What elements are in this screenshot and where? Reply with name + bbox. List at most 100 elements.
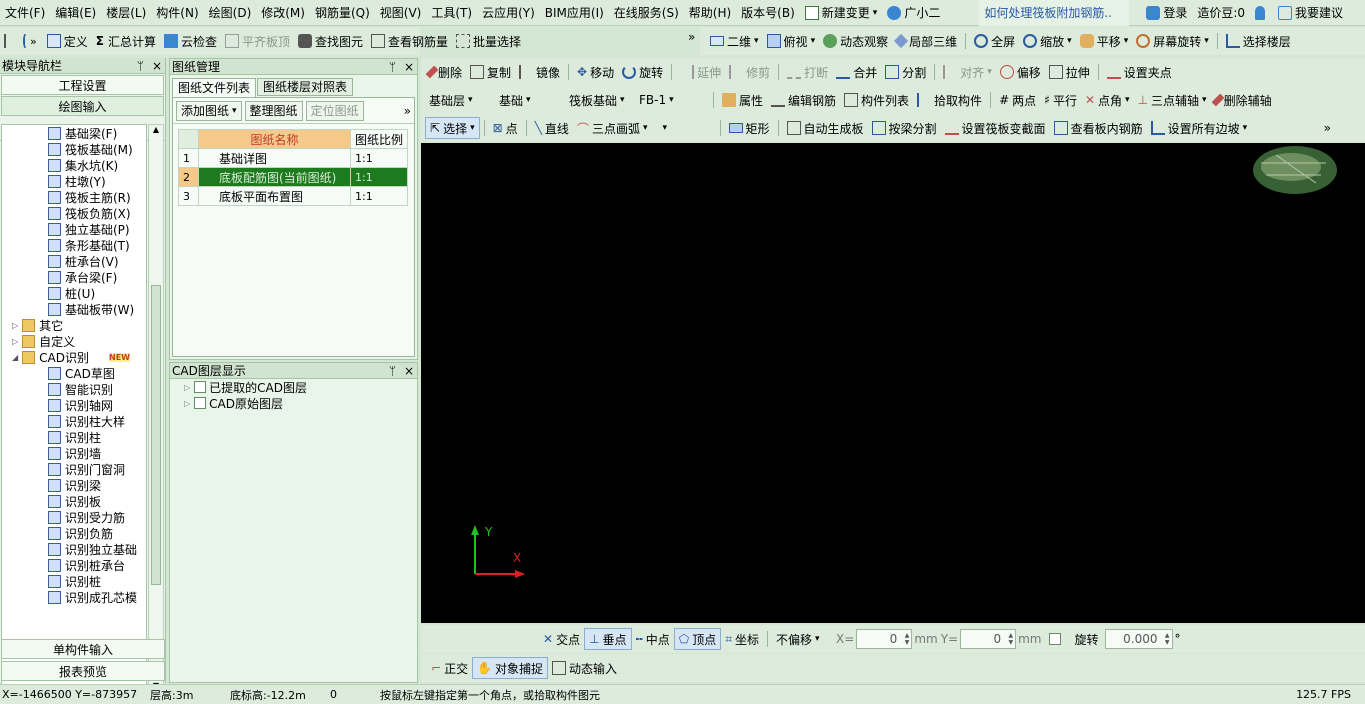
- point-angle-button[interactable]: ✕ 点角: [1081, 89, 1134, 111]
- extend-button[interactable]: 延伸: [676, 61, 725, 83]
- auto-gen-slab-button[interactable]: 自动生成板: [783, 117, 868, 139]
- new-file-icon[interactable]: [4, 34, 6, 48]
- y-input[interactable]: 0 ▲ ▼: [960, 629, 1017, 649]
- tab-drawing-file-list[interactable]: 图纸文件列表: [172, 77, 257, 97]
- tree-item-recognize-grid[interactable]: 识别轴网: [2, 397, 146, 413]
- view-rebar-qty-button[interactable]: 查看钢筋量: [367, 30, 452, 52]
- tree-item-smart-recognize[interactable]: 智能识别: [2, 381, 146, 397]
- scroll-up-icon[interactable]: ▲: [149, 125, 163, 139]
- tree-item-recognize-opening[interactable]: 识别门窗洞: [2, 461, 146, 477]
- set-all-slopes-button[interactable]: 设置所有边坡: [1147, 117, 1252, 139]
- align-button[interactable]: 对齐: [939, 61, 996, 83]
- tree-item-strip-footing[interactable]: 条形基础(T): [2, 237, 146, 253]
- two-point-axis-button[interactable]: # 两点: [995, 89, 1040, 111]
- close-icon[interactable]: ×: [404, 60, 414, 74]
- menu-online[interactable]: 在线服务(S): [609, 0, 684, 26]
- break-button[interactable]: 打断: [783, 61, 832, 83]
- tree-item-isolated-footing[interactable]: 独立基础(P): [2, 221, 146, 237]
- copy-button[interactable]: 复制: [466, 61, 515, 83]
- menu-floor[interactable]: 楼层(L): [101, 0, 151, 26]
- expand-icon[interactable]: ▷: [184, 399, 190, 408]
- close-icon[interactable]: ×: [404, 364, 414, 378]
- stretch-button[interactable]: 拉伸: [1045, 61, 1094, 83]
- pan-button[interactable]: 平移: [1076, 30, 1133, 52]
- select-floor-button[interactable]: 选择楼层: [1222, 30, 1295, 52]
- local-3d-button[interactable]: 局部三维: [892, 30, 961, 52]
- tree-item-pile-cap[interactable]: 桩承台(V): [2, 253, 146, 269]
- menu-component[interactable]: 构件(N): [151, 0, 203, 26]
- menu-view[interactable]: 视图(V): [375, 0, 427, 26]
- spinner-icon[interactable]: ▲ ▼: [1008, 632, 1013, 646]
- pin-icon[interactable]: ᛘ: [389, 60, 396, 74]
- three-point-axis-button[interactable]: ⊥ 三点辅轴: [1134, 89, 1211, 111]
- expand-icon[interactable]: ▷: [12, 337, 18, 346]
- point-button[interactable]: ⊠ 点: [489, 117, 522, 139]
- login-button[interactable]: 登录: [1141, 0, 1192, 26]
- pin-icon[interactable]: ᛘ: [389, 364, 396, 378]
- snap-vertex-button[interactable]: ⬠ 顶点: [673, 628, 722, 650]
- tree-scrollbar[interactable]: ▲ ▼: [148, 124, 164, 692]
- checkbox[interactable]: [194, 397, 207, 409]
- table-row-selected[interactable]: 2 底板配筋图(当前图纸) 1:1: [178, 167, 409, 187]
- delete-axis-button[interactable]: 删除辅轴: [1211, 89, 1276, 111]
- delete-button[interactable]: 删除: [425, 61, 466, 83]
- add-drawing-button[interactable]: 添加图纸: [176, 100, 242, 121]
- new-change-button[interactable]: 新建变更: [800, 0, 883, 26]
- tree-folder-custom[interactable]: ▷ 自定义: [2, 333, 146, 349]
- menu-cloud[interactable]: 云应用(Y): [477, 0, 540, 26]
- batch-select-button[interactable]: 批量选择: [452, 30, 525, 52]
- expand-icon[interactable]: ▷: [184, 383, 190, 392]
- view-slab-rebar-button[interactable]: 查看板内钢筋: [1050, 117, 1147, 139]
- spinner-icon[interactable]: ▲ ▼: [1165, 632, 1170, 646]
- screen-rotate-button[interactable]: 屏幕旋转: [1132, 30, 1213, 52]
- tree-item-recognize-pile[interactable]: 识别桩: [2, 573, 146, 589]
- snap-midpoint-button[interactable]: ╍ 中点: [632, 628, 674, 650]
- set-raft-section-button[interactable]: 设置筏板变截面: [941, 117, 1050, 139]
- tree-folder-cad-recognition[interactable]: ◢ CAD识别 NEW: [2, 349, 146, 365]
- single-component-input-button[interactable]: 单构件输入: [1, 639, 165, 659]
- zoom-button[interactable]: 缩放: [1019, 30, 1076, 52]
- tree-item-recognize-column-detail[interactable]: 识别柱大样: [2, 413, 146, 429]
- layer-extracted[interactable]: ▷ 已提取的CAD图层: [172, 379, 415, 395]
- checkbox[interactable]: [194, 381, 207, 393]
- tree-item-recognize-column[interactable]: 识别柱: [2, 429, 146, 445]
- menu-rebar[interactable]: 钢筋量(Q): [310, 0, 375, 26]
- search-prompt[interactable]: 如何处理筏板附加钢筋..: [979, 0, 1130, 26]
- mirror-button[interactable]: 镜像: [515, 61, 564, 83]
- rotate-button[interactable]: 旋转: [618, 61, 667, 83]
- menu-edit[interactable]: 编辑(E): [50, 0, 101, 26]
- undo-icon[interactable]: [23, 34, 27, 48]
- tab-drawing-floor-map[interactable]: 图纸楼层对照表: [257, 78, 354, 96]
- tree-item-pier[interactable]: 柱墩(Y): [2, 173, 146, 189]
- component-list-button[interactable]: 构件列表: [840, 89, 913, 111]
- chevron-icon[interactable]: »: [404, 104, 411, 118]
- define-button[interactable]: 定义: [43, 30, 92, 52]
- tree-item-recognize-footing[interactable]: 识别独立基础: [2, 541, 146, 557]
- notify-button[interactable]: [1250, 0, 1273, 26]
- x-input[interactable]: 0 ▲ ▼: [856, 629, 913, 649]
- trim-button[interactable]: 修剪: [725, 61, 774, 83]
- component-select[interactable]: 筏板基础: [565, 89, 633, 111]
- merge-button[interactable]: 合并: [832, 61, 881, 83]
- tree-item-recognize-pile-cap[interactable]: 识别桩承台: [2, 557, 146, 573]
- dynamic-input-button[interactable]: 动态输入: [548, 657, 621, 679]
- fullscreen-button[interactable]: 全屏: [970, 30, 1019, 52]
- tree-item-raft-neg-rebar[interactable]: 筏板负筋(X): [2, 205, 146, 221]
- object-snap-button[interactable]: ✋ 对象捕捉: [472, 657, 549, 679]
- menu-file[interactable]: 文件(F): [0, 0, 50, 26]
- tree-item-strip[interactable]: 基础板带(W): [2, 301, 146, 317]
- pin-icon[interactable]: ᛘ: [137, 59, 144, 73]
- three-point-arc-button[interactable]: ⌒ 三点画弧: [573, 117, 652, 139]
- top-view-button[interactable]: 俯视: [763, 30, 820, 52]
- rotate-input[interactable]: 0.000 ▲ ▼: [1104, 629, 1173, 649]
- locate-drawing-button[interactable]: 定位图纸: [305, 100, 364, 121]
- offset-mode-select[interactable]: 不偏移: [772, 628, 830, 650]
- price-bean[interactable]: 造价豆:0: [1192, 0, 1250, 26]
- close-icon[interactable]: ×: [152, 59, 162, 73]
- align-top-button[interactable]: 平齐板顶: [221, 30, 294, 52]
- view-2d-button[interactable]: 二维: [706, 30, 763, 52]
- canvas-svg[interactable]: Y X: [421, 143, 1365, 623]
- tree-item-cap-beam[interactable]: 承台梁(F): [2, 269, 146, 285]
- menu-draw[interactable]: 绘图(D): [204, 0, 257, 26]
- edit-rebar-button[interactable]: 编辑钢筋: [767, 89, 840, 111]
